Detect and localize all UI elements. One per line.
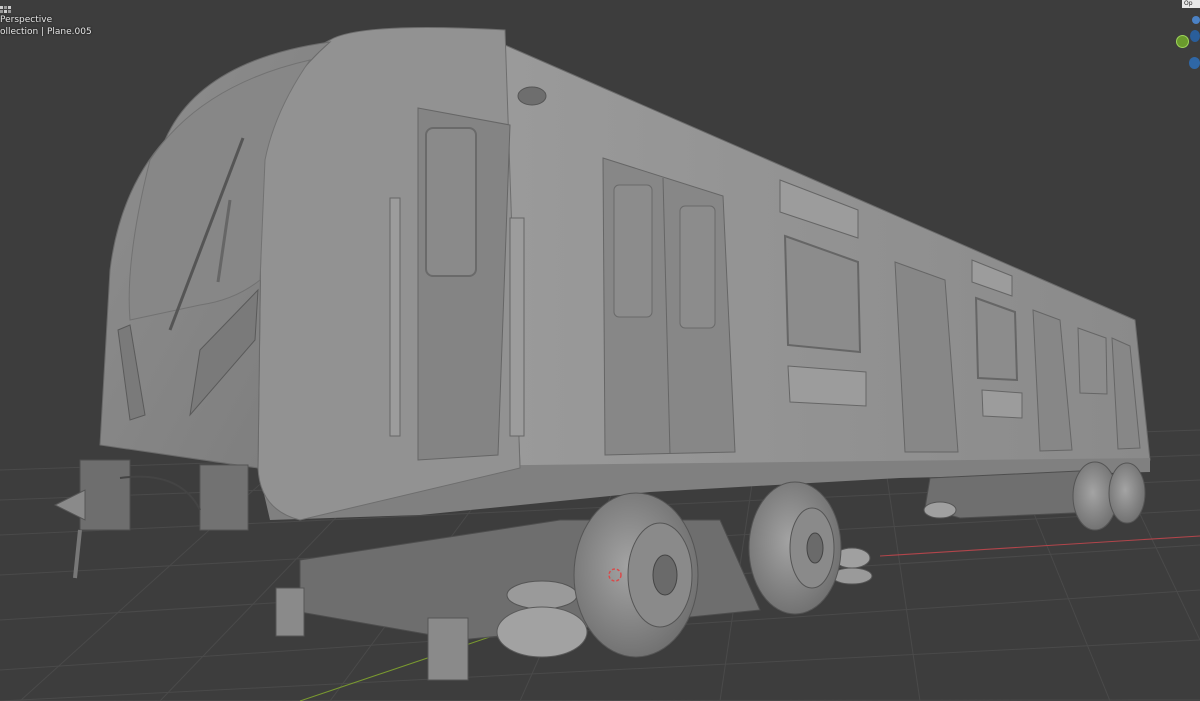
gizmo-z-negative-icon[interactable] [1190, 30, 1200, 42]
roof-light [517, 86, 547, 106]
active-object-label: ollection | Plane.005 [0, 27, 92, 37]
viewport-canvas[interactable] [0, 0, 1200, 701]
wheel-front-1 [573, 492, 699, 658]
x-axis-line [879, 535, 1200, 557]
end-door-window [425, 127, 477, 277]
gizmo-label: Op [1182, 0, 1200, 8]
train-model[interactable] [53, 27, 1151, 681]
wheel-front-2 [748, 481, 842, 615]
handrail-right [509, 217, 525, 437]
3d-viewport[interactable]: Perspective ollection | Plane.005 Op [0, 0, 1200, 701]
toggle-icons[interactable] [0, 0, 14, 13]
vent-lower-2 [981, 389, 1023, 419]
handrail-left [389, 197, 401, 437]
coupler [53, 459, 249, 579]
gizmo-y-axis-icon[interactable] [1176, 35, 1189, 48]
window-3 [1077, 327, 1108, 395]
vent-lower-1 [787, 365, 867, 407]
window-2 [974, 296, 1019, 382]
gizmo-view-icon[interactable] [1189, 57, 1200, 69]
gizmo-z-axis-icon[interactable] [1192, 16, 1200, 24]
